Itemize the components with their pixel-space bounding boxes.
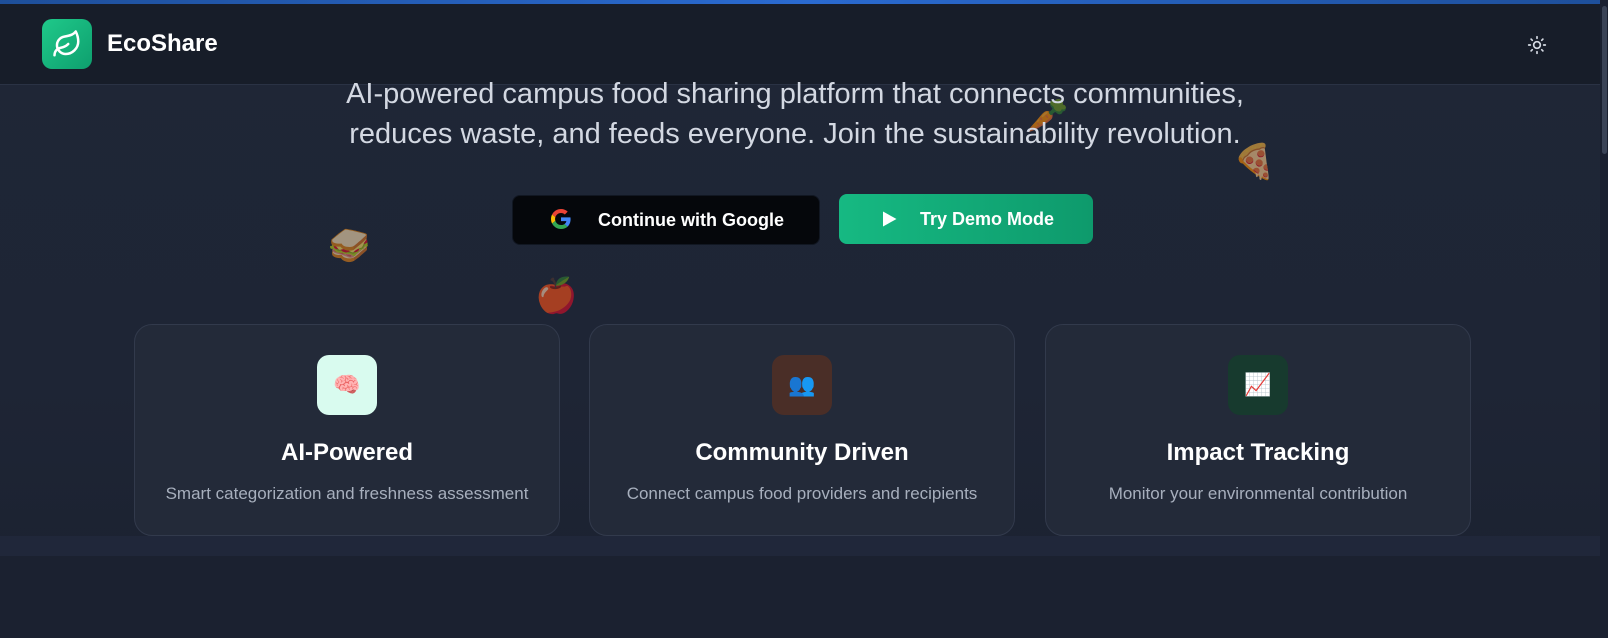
leaf-icon	[53, 30, 80, 57]
demo-button-label: Try Demo Mode	[920, 209, 1055, 229]
feature-title: AI-Powered	[280, 439, 414, 466]
feature-card-community-driven: 👥 Community Driven Connect campus food p…	[589, 324, 1015, 536]
sun-icon	[1527, 35, 1547, 55]
tagline-line-2: reduces waste, and feeds everyone. Join …	[349, 118, 1241, 150]
divider	[0, 536, 1608, 556]
page: 🥪 🍎 🥕 🍕 EcoShare AI-powered campus food …	[0, 0, 1608, 638]
sandwich-icon: 🥪	[328, 227, 371, 265]
app-header: EcoShare	[0, 4, 1608, 85]
feature-title: Community Driven	[695, 439, 909, 466]
continue-with-google-button[interactable]: Continue with Google	[512, 195, 820, 245]
feature-card-impact-tracking: 📈 Impact Tracking Monitor your environme…	[1045, 324, 1471, 536]
feature-description: Connect campus food providers and recipi…	[626, 484, 978, 503]
chart-increasing-icon: 📈	[1228, 355, 1288, 415]
brand-name: EcoShare	[107, 30, 218, 57]
tagline-line-1: AI-powered campus food sharing platform …	[346, 78, 1244, 110]
google-button-label: Continue with Google	[598, 210, 784, 230]
hero-tagline: AI-powered campus food sharing platform …	[290, 74, 1300, 154]
theme-toggle-button[interactable]	[1524, 32, 1550, 58]
try-demo-mode-button[interactable]: Try Demo Mode	[839, 194, 1093, 244]
scrollbar-thumb[interactable]	[1602, 6, 1607, 154]
feature-title: Impact Tracking	[1166, 439, 1350, 466]
brain-icon: 🧠	[317, 355, 377, 415]
play-icon	[883, 211, 897, 227]
people-icon: 👥	[772, 355, 832, 415]
feature-description: Monitor your environmental contribution	[1108, 484, 1408, 503]
google-icon	[551, 209, 571, 229]
page-footer-area	[0, 536, 1608, 638]
apple-icon: 🍎	[535, 277, 578, 315]
logo[interactable]	[42, 19, 92, 69]
feature-card-ai-powered: 🧠 AI-Powered Smart categorization and fr…	[134, 324, 560, 536]
feature-description: Smart categorization and freshness asses…	[165, 484, 529, 503]
